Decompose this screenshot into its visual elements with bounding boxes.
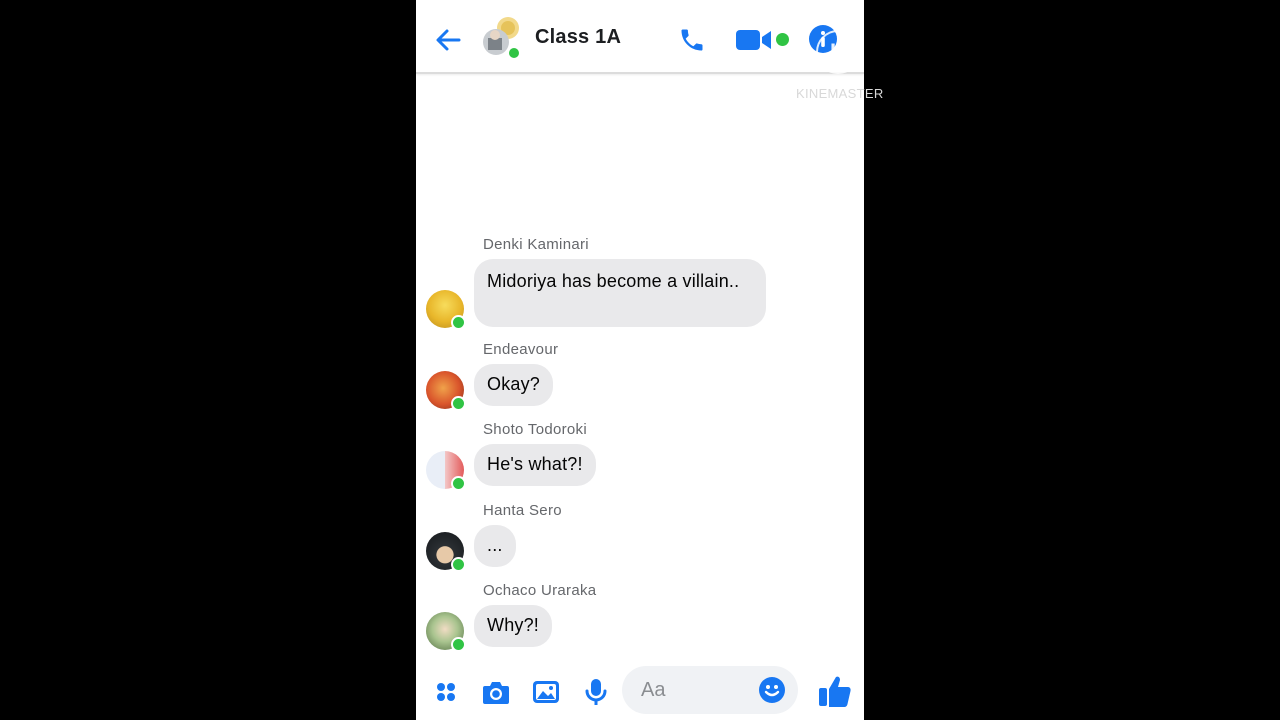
message-composer: Aa: [416, 660, 864, 720]
video-camera-icon: [736, 30, 771, 50]
call-button[interactable]: [674, 22, 710, 58]
image-icon: [533, 681, 559, 703]
online-indicator: [451, 557, 466, 572]
thumbs-up-icon: [819, 676, 851, 707]
active-call-indicator: [776, 33, 789, 46]
phone-icon: [681, 29, 703, 51]
gallery-button[interactable]: [530, 676, 562, 708]
avatar[interactable]: [426, 371, 466, 411]
messenger-screen: Class 1A K Denki Kaminari Midoriya has b…: [416, 0, 864, 720]
like-button[interactable]: [816, 672, 854, 710]
emoji-icon: [759, 677, 785, 703]
avatar[interactable]: [426, 612, 466, 652]
online-indicator: [451, 315, 466, 330]
message-input[interactable]: Aa: [622, 666, 798, 714]
group-avatar[interactable]: [482, 16, 522, 60]
message-bubble[interactable]: Midoriya has become a villain..: [474, 259, 766, 327]
microphone-icon: [585, 679, 607, 705]
apps-icon: [437, 683, 455, 701]
emoji-button[interactable]: [758, 676, 786, 704]
sender-name: Denki Kaminari: [483, 236, 589, 253]
sender-name: Ochaco Uraraka: [483, 582, 597, 599]
message-bubble[interactable]: He's what?!: [474, 444, 596, 486]
camera-icon: [483, 682, 509, 704]
sender-name: Shoto Todoroki: [483, 421, 587, 438]
message-bubble[interactable]: ...: [474, 525, 516, 567]
camera-button[interactable]: [480, 676, 512, 708]
arrow-left-icon: [436, 29, 461, 51]
apps-button[interactable]: [430, 676, 462, 708]
sender-name: Endeavour: [483, 341, 559, 358]
online-indicator: [451, 637, 466, 652]
input-placeholder: Aa: [641, 679, 666, 701]
sender-name: Hanta Sero: [483, 502, 562, 519]
video-call-button[interactable]: [734, 24, 774, 56]
online-indicator: [451, 476, 466, 491]
online-indicator: [451, 396, 466, 411]
message-bubble[interactable]: Why?!: [474, 605, 553, 647]
avatar[interactable]: [426, 451, 466, 491]
voice-button[interactable]: [580, 676, 612, 708]
avatar[interactable]: [426, 532, 466, 572]
chat-header: Class 1A K: [416, 0, 864, 74]
back-button[interactable]: [430, 22, 466, 58]
chat-title: Class 1A: [535, 26, 622, 48]
watermark-text: KINEMASTER: [796, 86, 884, 101]
avatar[interactable]: [426, 290, 466, 330]
message-bubble[interactable]: Okay?: [474, 364, 554, 406]
watermark-logo: K: [816, 30, 860, 74]
